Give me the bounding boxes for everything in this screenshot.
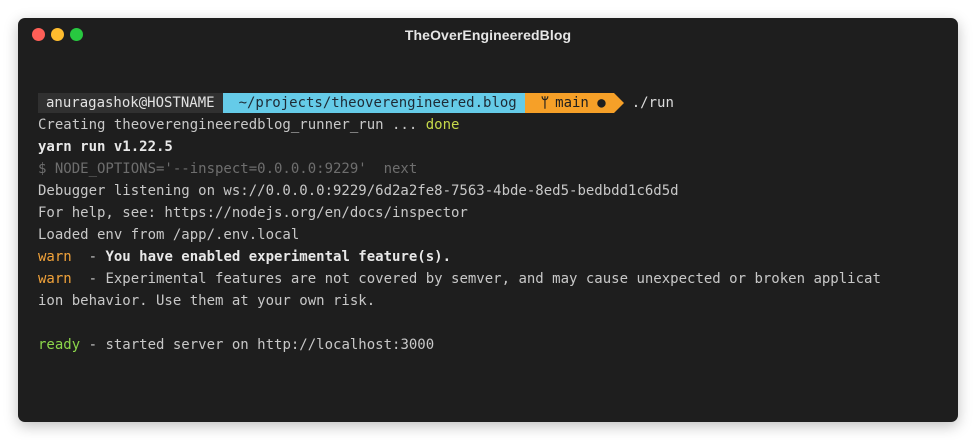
separator: -: [71, 271, 106, 287]
warning-message: Experimental features are not covered by…: [105, 271, 881, 287]
prompt-command: ./run: [631, 95, 674, 111]
title-bar: TheOverEngineeredBlog: [18, 18, 958, 52]
output-text: Creating theoverengineeredblog_runner_ru…: [38, 117, 426, 133]
output-line: yarn run v1.22.5: [38, 139, 173, 155]
prompt-branch-segment: ᛘ main ●: [524, 93, 624, 113]
output-line: Creating theoverengineeredblog_runner_ru…: [38, 114, 943, 136]
prompt-user: anuragashok@HOSTNAME: [46, 95, 215, 111]
warn-label: warn: [38, 249, 72, 265]
terminal-window: TheOverEngineeredBlog anuragashok@HOSTNA…: [18, 18, 958, 422]
warning-message: You have enabled experimental feature(s)…: [105, 249, 452, 265]
output-line: Loaded env from /app/.env.local: [38, 227, 300, 243]
segment-arrow: [613, 93, 624, 113]
blank-cursor-line: [38, 70, 943, 92]
prompt-branch: main: [555, 95, 589, 111]
status-done: done: [425, 117, 460, 133]
output-line: For help, see: https://nodejs.org/en/doc…: [38, 205, 468, 221]
output-line: ion behavior. Use them at your own risk.: [38, 293, 376, 309]
output-line: warn - Experimental features are not cov…: [38, 268, 943, 290]
prompt-path: ~/projects/theoverengineered.blog: [238, 95, 517, 111]
warn-label: warn: [38, 271, 72, 287]
git-branch-icon: ᛘ: [540, 95, 550, 111]
shell-prompt: anuragashok@HOSTNAME ~/projects/theovere…: [38, 92, 943, 114]
dirty-marker-icon: ●: [597, 95, 606, 111]
output-line: $ NODE_OPTIONS='--inspect=0.0.0.0:9229' …: [38, 161, 418, 177]
ready-message: - started server on http://localhost:300…: [80, 337, 435, 353]
output-line: Debugger listening on ws://0.0.0.0:9229/…: [38, 183, 679, 199]
output-line: ready - started server on http://localho…: [38, 334, 943, 356]
prompt-user-segment: anuragashok@HOSTNAME: [38, 93, 233, 113]
separator: -: [71, 249, 106, 265]
window-title: TheOverEngineeredBlog: [404, 27, 572, 43]
ready-label: ready: [38, 337, 81, 353]
prompt-path-segment: ~/projects/theoverengineered.blog: [222, 93, 535, 113]
terminal-content[interactable]: anuragashok@HOSTNAME ~/projects/theovere…: [38, 70, 943, 378]
output-line: warn - You have enabled experimental fea…: [38, 246, 943, 268]
cursor-line: [38, 356, 943, 378]
